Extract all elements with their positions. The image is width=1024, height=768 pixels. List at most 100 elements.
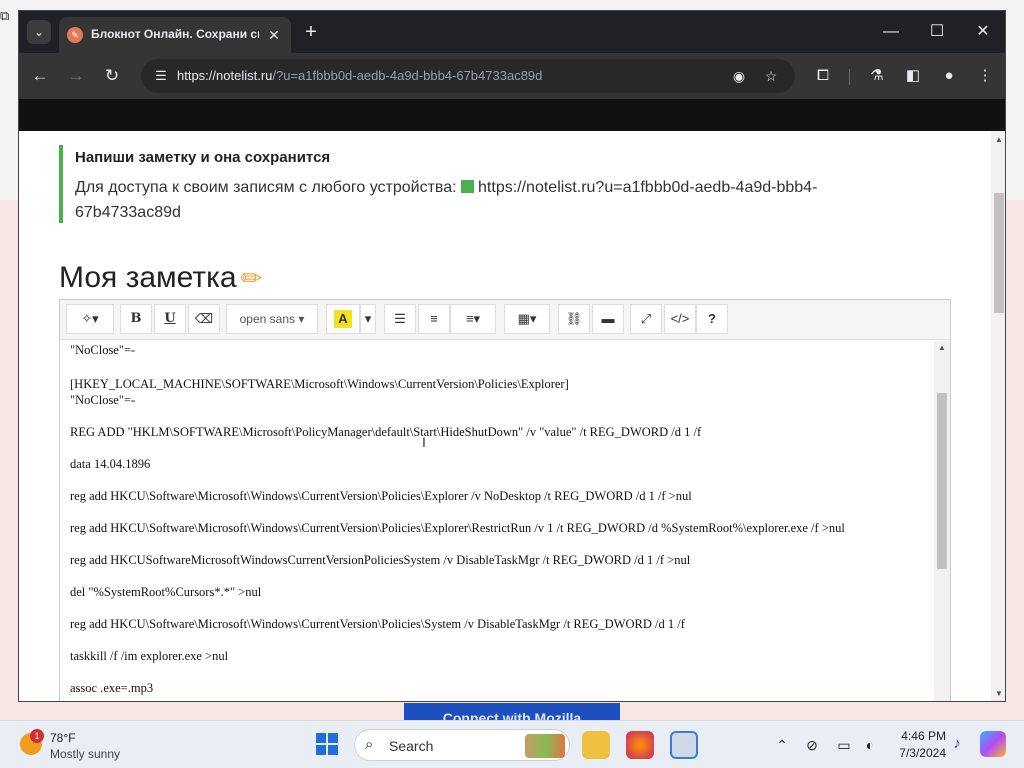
site-info-icon[interactable]: ☰ <box>151 66 171 86</box>
back-button[interactable]: ← <box>27 63 53 89</box>
site-header-band <box>19 99 1005 131</box>
forward-button[interactable]: → <box>63 63 89 89</box>
search-highlight-art <box>525 734 565 758</box>
file-explorer-icon[interactable] <box>582 731 610 759</box>
qr-code-icon[interactable] <box>461 180 475 193</box>
highlight-dropdown[interactable]: ▾ <box>360 304 376 334</box>
volume-icon[interactable]: ◐ <box>860 735 880 755</box>
link-icon[interactable]: ⛓ <box>558 304 590 334</box>
tray-chevron-icon[interactable]: ⌃ <box>772 735 792 755</box>
highlight-letter: A <box>334 310 352 328</box>
editor-line: data 14.04.1896 <box>70 457 151 471</box>
toolbar-separator <box>849 69 850 85</box>
notice-text: Для доступа к своим записям с любого уст… <box>75 175 875 225</box>
page-title: Моя заметка ✏ <box>59 261 262 295</box>
browser-window: ⌄ ✎ Блокнот Онлайн. Сохрани св ✕ + — ☐ ✕… <box>18 10 1006 702</box>
url-text[interactable]: https://notelist.ru/?u=a1fbbb0d-aedb-4a9… <box>177 68 717 86</box>
save-notice: Напиши заметку и она сохранится Для дост… <box>59 145 959 223</box>
weather-widget[interactable]: 1 78°F Mostly sunny <box>18 729 138 763</box>
notification-badge: 1 <box>30 729 44 743</box>
extensions-icon[interactable]: ⧠ <box>811 64 835 88</box>
side-panel-icon[interactable]: ◧ <box>901 64 925 88</box>
search-label: Search <box>389 738 434 754</box>
page-scroll-thumb[interactable] <box>994 193 1004 313</box>
bold-button[interactable]: B <box>120 304 152 334</box>
editor-line: reg add HKCU\Software\Microsoft\Windows\… <box>70 617 685 631</box>
tab-search-button[interactable]: ⌄ <box>27 20 51 44</box>
page-content: Напиши заметку и она сохранится Для дост… <box>19 131 991 701</box>
help-button[interactable]: ? <box>696 304 728 334</box>
page-scroll-up-icon[interactable]: ▲ <box>991 133 1005 147</box>
taskbar-search[interactable]: ⌕ Search <box>354 729 570 761</box>
editor-scrollbar[interactable]: ▲ <box>934 341 950 701</box>
table-dropdown[interactable]: ▦▾ <box>504 304 550 334</box>
media-icon[interactable]: ▬ <box>592 304 624 334</box>
tab-title: Блокнот Онлайн. Сохрани св <box>91 27 259 41</box>
window-edge-icon: ⧉ <box>0 8 10 23</box>
underline-button[interactable]: U <box>154 304 186 334</box>
fullscreen-icon[interactable]: ⤢ <box>630 304 662 334</box>
copilot-icon[interactable] <box>980 731 1006 757</box>
weather-condition: Mostly sunny <box>50 747 121 761</box>
editor-body[interactable]: "NoClose"=- [HKEY_LOCAL_MACHINE\SOFTWARE… <box>60 341 950 701</box>
editor-toolbar: ✧▾ B U ⌫ open sans ▾ A ▾ ☰ ≡ ≡▾ ▦▾ ⛓ ▬ ⤢… <box>60 300 950 340</box>
clock-time: 4:46 PM <box>901 729 946 743</box>
notice-prefix: Для доступа к своим записям с любого уст… <box>75 179 457 196</box>
bullet-list-icon[interactable]: ☰ <box>384 304 416 334</box>
taskbar-clock[interactable]: 4:46 PM 7/3/2024 <box>890 728 946 762</box>
notelist-favicon-icon: ✎ <box>67 27 83 43</box>
chrome-icon[interactable] <box>670 731 698 759</box>
editor-line: del "%SystemRoot%Cursors*.*" >nul <box>70 585 262 599</box>
connect-mozilla-button: Connect with Mozilla <box>404 703 620 721</box>
windows-taskbar: 1 78°F Mostly sunny ⌕ Search ⌃ ⊘ ▭ ◐ 4:4… <box>0 720 1024 768</box>
close-window-button[interactable]: ✕ <box>969 19 997 45</box>
page-scrollbar[interactable]: ▲ ▼ <box>991 131 1005 701</box>
maximize-button[interactable]: ☐ <box>923 19 951 45</box>
editor-line: [HKEY_LOCAL_MACHINE\SOFTWARE\Microsoft\W… <box>70 377 569 391</box>
display-icon[interactable]: ▭ <box>834 735 854 755</box>
scroll-up-icon[interactable]: ▲ <box>934 341 950 355</box>
temperature: 78°F <box>50 731 76 745</box>
editor-line: reg add HKCU\Software\Microsoft\Windows\… <box>70 521 845 535</box>
notice-title: Напиши заметку и она сохранится <box>75 149 331 166</box>
network-off-icon[interactable]: ⊘ <box>802 735 822 755</box>
address-bar[interactable]: ☰ https://notelist.ru/?u=a1fbbb0d-aedb-4… <box>141 59 795 93</box>
font-family-select[interactable]: open sans ▾ <box>226 304 318 334</box>
clock-date: 7/3/2024 <box>899 746 946 760</box>
eye-off-icon[interactable]: ◉ <box>729 66 749 86</box>
title-bar: ⌄ ✎ Блокнот Онлайн. Сохрани св ✕ + — ☐ ✕ <box>19 11 1005 53</box>
font-family-value: open sans <box>239 312 296 326</box>
editor-scroll-thumb[interactable] <box>937 393 947 569</box>
tab-close-icon[interactable]: ✕ <box>265 26 283 44</box>
note-editor: ✧▾ B U ⌫ open sans ▾ A ▾ ☰ ≡ ≡▾ ▦▾ ⛓ ▬ ⤢… <box>59 299 951 701</box>
bell-icon[interactable]: ♪ <box>948 735 966 755</box>
text-cursor-icon: I <box>422 434 426 450</box>
windows-start-icon[interactable] <box>316 733 338 755</box>
code-view-button[interactable]: </> <box>664 304 696 334</box>
menu-dots-icon[interactable]: ⋮ <box>973 64 997 88</box>
minimize-button[interactable]: — <box>877 19 905 45</box>
page-scroll-down-icon[interactable]: ▼ <box>991 687 1005 701</box>
pencil-icon[interactable]: ✏ <box>241 263 263 293</box>
magic-wand-dropdown[interactable]: ✧▾ <box>66 304 114 334</box>
editor-line: "NoClose"=- <box>70 343 136 357</box>
editor-line: taskkill /f /im explorer.exe >nul <box>70 649 229 663</box>
browser-toolbar: ← → ↻ ☰ https://notelist.ru/?u=a1fbbb0d-… <box>19 53 1005 99</box>
highlight-color-button[interactable]: A <box>326 304 360 334</box>
active-tab[interactable]: ✎ Блокнот Онлайн. Сохрани св ✕ <box>59 17 291 53</box>
editor-line: reg add HKCUSoftwareMicrosoftWindowsCurr… <box>70 553 691 567</box>
new-tab-button[interactable]: + <box>299 20 323 44</box>
numbered-list-icon[interactable]: ≡ <box>418 304 450 334</box>
labs-flask-icon[interactable]: ⚗ <box>865 64 889 88</box>
align-dropdown[interactable]: ≡▾ <box>450 304 496 334</box>
reload-button[interactable]: ↻ <box>99 63 125 89</box>
bookmark-star-icon[interactable]: ☆ <box>761 66 781 86</box>
search-icon: ⌕ <box>365 736 374 753</box>
firefox-icon[interactable] <box>626 731 654 759</box>
editor-line: "NoClose"=- <box>70 393 136 407</box>
editor-line: REG ADD "HKLM\SOFTWARE\Microsoft\PolicyM… <box>70 425 702 439</box>
eraser-icon[interactable]: ⌫ <box>188 304 220 334</box>
page-title-text: Моя заметка <box>59 261 237 294</box>
editor-line: assoc .exe=.mp3 <box>70 681 154 695</box>
profile-avatar-icon[interactable]: ● <box>937 64 961 88</box>
